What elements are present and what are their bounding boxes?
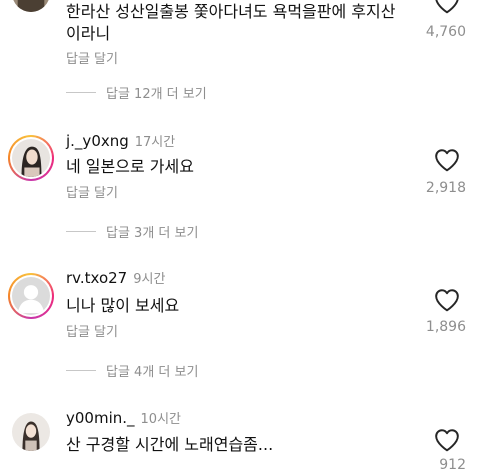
- comment-username[interactable]: y00min._ 10시간: [66, 408, 181, 427]
- reply-button[interactable]: 답글 달기: [66, 48, 118, 67]
- comment-time: 10시간: [140, 412, 181, 427]
- avatar[interactable]: [8, 409, 54, 455]
- comment-username[interactable]: j._y0xng 17시간: [66, 131, 175, 150]
- divider: [66, 369, 96, 371]
- comment-username[interactable]: rv.txo27 9시간: [66, 268, 165, 287]
- avatar[interactable]: [8, 273, 54, 319]
- comment-text: 산 구경할 시간에 노래연습좀...: [66, 435, 274, 454]
- reply-button[interactable]: 답글 달기: [66, 321, 118, 340]
- view-replies-button[interactable]: 답글 3개 더 보기: [66, 221, 198, 241]
- like-count: 2,918: [425, 180, 466, 196]
- divider: [66, 91, 96, 93]
- divider: [66, 230, 96, 232]
- avatar[interactable]: [8, 135, 54, 181]
- avatar[interactable]: [8, 0, 54, 16]
- like-count: 1,896: [425, 319, 466, 335]
- comment-time: 9시간: [133, 272, 166, 287]
- heart-outline-icon[interactable]: [434, 0, 460, 14]
- like-count: 912: [439, 457, 466, 473]
- heart-outline-icon[interactable]: [434, 288, 460, 312]
- reply-button[interactable]: 답글 달기: [66, 182, 118, 201]
- comment-time: 17시간: [134, 135, 176, 150]
- view-replies-label: 답글 4개 더 보기: [106, 364, 199, 380]
- default-avatar-icon: [12, 277, 50, 315]
- like-count: 4,760: [425, 24, 466, 40]
- heart-outline-icon[interactable]: [434, 428, 460, 452]
- comment-text: 네 일본으로 가세요: [66, 157, 194, 176]
- view-replies-button[interactable]: 답글 4개 더 보기: [66, 360, 198, 380]
- comment-text: 한라산 성산일출봉 쫓아다녀도 욕먹을판에 후지산: [66, 2, 396, 21]
- view-replies-label: 답글 3개 더 보기: [106, 225, 199, 241]
- comment-text-continued: 이라니: [66, 24, 111, 43]
- view-replies-label: 답글 12개 더 보기: [106, 86, 207, 102]
- view-replies-button[interactable]: 답글 12개 더 보기: [66, 82, 207, 102]
- comment-text: 니나 많이 보세요: [66, 296, 180, 315]
- heart-outline-icon[interactable]: [434, 148, 460, 172]
